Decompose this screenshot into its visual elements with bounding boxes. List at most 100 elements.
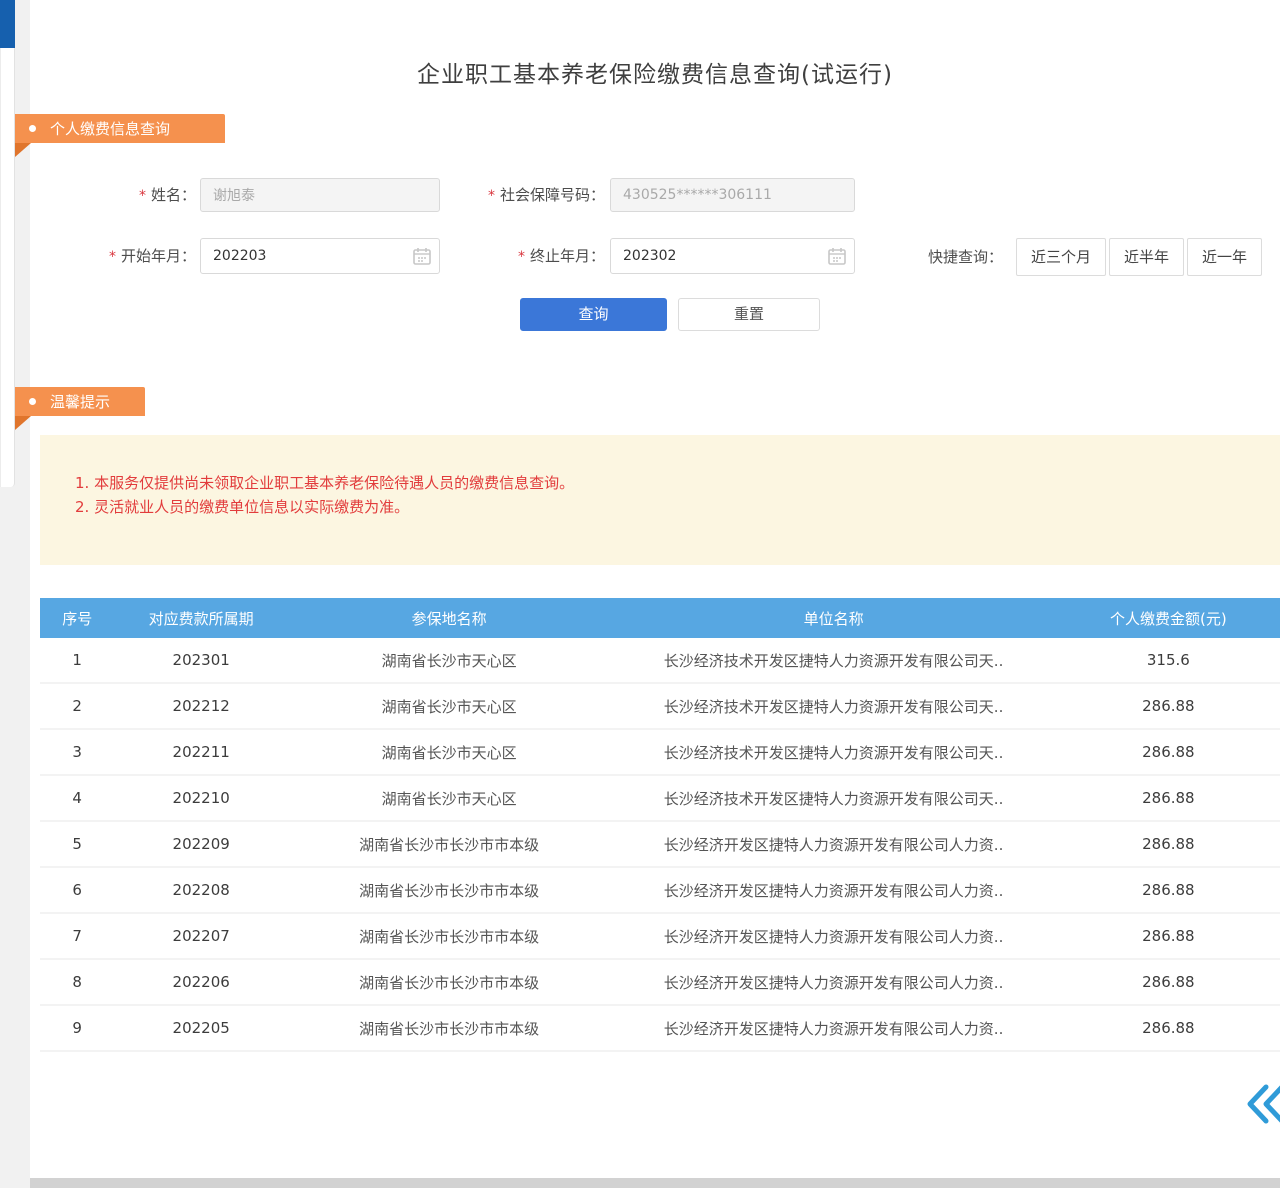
name-label: *姓名： (60, 178, 196, 213)
cell-seq: 8 (40, 973, 114, 991)
cell-employer: 长沙经济技术开发区捷特人力资源开发有限公司天.. (610, 742, 1056, 763)
cell-insured-place: 湖南省长沙市天心区 (288, 788, 610, 809)
query-button[interactable]: 查询 (520, 298, 667, 331)
cell-insured-place: 湖南省长沙市天心区 (288, 650, 610, 671)
cell-insured-place: 湖南省长沙市长沙市市本级 (288, 926, 610, 947)
table-row: 2 202212 湖南省长沙市天心区 长沙经济技术开发区捷特人力资源开发有限公司… (40, 684, 1280, 730)
cell-period: 202210 (114, 789, 288, 807)
ssn-label: *社会保障号码： (455, 178, 605, 213)
cell-period: 202209 (114, 835, 288, 853)
cell-seq: 5 (40, 835, 114, 853)
quick-last-6-months-button[interactable]: 近半年 (1109, 238, 1184, 276)
quick-query-label: 快捷查询： (928, 238, 1003, 276)
cell-seq: 6 (40, 881, 114, 899)
bullet-dot-icon (29, 398, 36, 405)
header-seq: 序号 (40, 608, 114, 629)
cell-amount: 286.88 (1057, 835, 1280, 853)
notice-box: 1. 本服务仅提供尚未领取企业职工基本养老保险待遇人员的缴费信息查询。 2. 灵… (40, 435, 1280, 565)
section-badge-personal-payment-query: 个人缴费信息查询 (15, 114, 225, 143)
cell-employer: 长沙经济技术开发区捷特人力资源开发有限公司天.. (610, 788, 1056, 809)
double-chevron-left-icon[interactable] (1244, 1082, 1280, 1126)
cell-amount: 315.6 (1057, 651, 1280, 669)
section-badge-tips: 温馨提示 (15, 387, 145, 416)
cell-employer: 长沙经济技术开发区捷特人力资源开发有限公司天.. (610, 696, 1056, 717)
cell-seq: 1 (40, 651, 114, 669)
cell-period: 202206 (114, 973, 288, 991)
sidebar-collapsed-tab[interactable] (0, 0, 15, 48)
quick-last-year-button[interactable]: 近一年 (1187, 238, 1262, 276)
cell-seq: 7 (40, 927, 114, 945)
quick-query-group: 近三个月 近半年 近一年 (1016, 238, 1262, 276)
cell-employer: 长沙经济开发区捷特人力资源开发有限公司人力资.. (610, 926, 1056, 947)
table-row: 6 202208 湖南省长沙市长沙市市本级 长沙经济开发区捷特人力资源开发有限公… (40, 868, 1280, 914)
calendar-icon[interactable] (828, 247, 846, 265)
bullet-dot-icon (29, 125, 36, 132)
notice-line-1: 1. 本服务仅提供尚未领取企业职工基本养老保险待遇人员的缴费信息查询。 (75, 471, 1260, 495)
required-asterisk: * (109, 249, 116, 265)
cell-seq: 2 (40, 697, 114, 715)
header-amount: 个人缴费金额(元) (1057, 608, 1280, 629)
required-asterisk: * (488, 188, 495, 204)
results-table: 序号 对应费款所属期 参保地名称 单位名称 个人缴费金额(元) 1 202301… (40, 598, 1280, 1052)
cell-amount: 286.88 (1057, 1019, 1280, 1037)
cell-period: 202208 (114, 881, 288, 899)
cell-amount: 286.88 (1057, 973, 1280, 991)
table-row: 9 202205 湖南省长沙市长沙市市本级 长沙经济开发区捷特人力资源开发有限公… (40, 1006, 1280, 1052)
end-month-field (610, 238, 855, 274)
header-period: 对应费款所属期 (114, 608, 288, 629)
calendar-icon[interactable] (413, 247, 431, 265)
cell-period: 202301 (114, 651, 288, 669)
start-month-input[interactable] (200, 238, 440, 274)
header-insured-place: 参保地名称 (288, 608, 610, 629)
cell-amount: 286.88 (1057, 697, 1280, 715)
end-month-input[interactable] (610, 238, 855, 274)
header-employer: 单位名称 (610, 608, 1056, 629)
cell-amount: 286.88 (1057, 927, 1280, 945)
cell-insured-place: 湖南省长沙市长沙市市本级 (288, 834, 610, 855)
table-row: 4 202210 湖南省长沙市天心区 长沙经济技术开发区捷特人力资源开发有限公司… (40, 776, 1280, 822)
page-title: 企业职工基本养老保险缴费信息查询(试运行) (30, 55, 1280, 89)
cell-employer: 长沙经济开发区捷特人力资源开发有限公司人力资.. (610, 972, 1056, 993)
start-month-label: *开始年月： (60, 238, 196, 275)
cell-employer: 长沙经济开发区捷特人力资源开发有限公司人力资.. (610, 880, 1056, 901)
cell-insured-place: 湖南省长沙市长沙市市本级 (288, 1018, 610, 1039)
ssn-input (610, 178, 855, 212)
required-asterisk: * (518, 249, 525, 265)
cell-insured-place: 湖南省长沙市长沙市市本级 (288, 972, 610, 993)
section-badge-label: 个人缴费信息查询 (50, 118, 170, 139)
tips-badge-label: 温馨提示 (50, 391, 110, 412)
name-input (200, 178, 440, 212)
cell-period: 202207 (114, 927, 288, 945)
cell-period: 202212 (114, 697, 288, 715)
cell-employer: 长沙经济开发区捷特人力资源开发有限公司人力资.. (610, 834, 1056, 855)
table-row: 7 202207 湖南省长沙市长沙市市本级 长沙经济开发区捷特人力资源开发有限公… (40, 914, 1280, 960)
cell-seq: 4 (40, 789, 114, 807)
cell-seq: 9 (40, 1019, 114, 1037)
end-month-label: *终止年月： (455, 238, 605, 275)
left-sidebar-strip (0, 0, 15, 487)
cell-period: 202205 (114, 1019, 288, 1037)
ribbon-fold (15, 143, 31, 157)
table-row: 3 202211 湖南省长沙市天心区 长沙经济技术开发区捷特人力资源开发有限公司… (40, 730, 1280, 776)
required-asterisk: * (139, 188, 146, 204)
table-row: 8 202206 湖南省长沙市长沙市市本级 长沙经济开发区捷特人力资源开发有限公… (40, 960, 1280, 1006)
table-row: 5 202209 湖南省长沙市长沙市市本级 长沙经济开发区捷特人力资源开发有限公… (40, 822, 1280, 868)
cell-amount: 286.88 (1057, 881, 1280, 899)
table-row: 1 202301 湖南省长沙市天心区 长沙经济技术开发区捷特人力资源开发有限公司… (40, 638, 1280, 684)
cell-employer: 长沙经济技术开发区捷特人力资源开发有限公司天.. (610, 650, 1056, 671)
cell-period: 202211 (114, 743, 288, 761)
cell-employer: 长沙经济开发区捷特人力资源开发有限公司人力资.. (610, 1018, 1056, 1039)
cell-amount: 286.88 (1057, 789, 1280, 807)
cell-amount: 286.88 (1057, 743, 1280, 761)
start-month-field (200, 238, 440, 274)
table-header-row: 序号 对应费款所属期 参保地名称 单位名称 个人缴费金额(元) (40, 598, 1280, 638)
horizontal-scrollbar[interactable] (30, 1178, 1280, 1188)
notice-line-2: 2. 灵活就业人员的缴费单位信息以实际缴费为准。 (75, 495, 1260, 519)
cell-insured-place: 湖南省长沙市长沙市市本级 (288, 880, 610, 901)
ribbon-fold (15, 416, 31, 430)
quick-last-3-months-button[interactable]: 近三个月 (1016, 238, 1106, 276)
cell-insured-place: 湖南省长沙市天心区 (288, 696, 610, 717)
reset-button[interactable]: 重置 (678, 298, 820, 331)
cell-insured-place: 湖南省长沙市天心区 (288, 742, 610, 763)
cell-seq: 3 (40, 743, 114, 761)
